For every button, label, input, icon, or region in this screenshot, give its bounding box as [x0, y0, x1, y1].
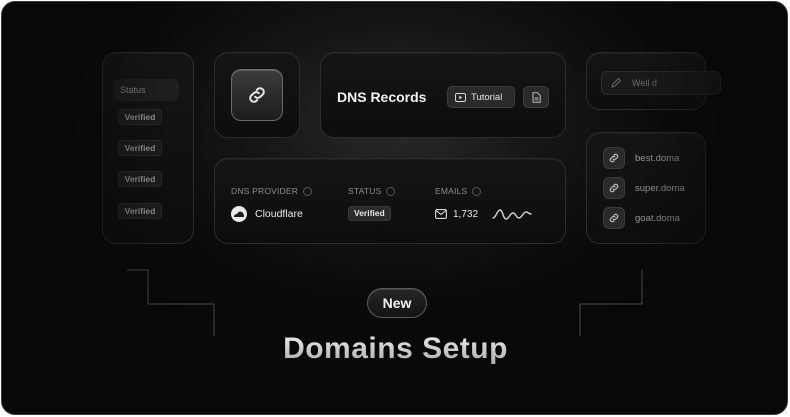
provider-name: Cloudflare — [255, 208, 303, 220]
dns-provider-label: DNS PROVIDER — [231, 186, 313, 196]
tutorial-button[interactable]: Tutorial — [447, 86, 515, 108]
link-icon — [603, 147, 625, 169]
sparkline-icon — [492, 209, 532, 220]
domain-name: goat.doma — [635, 212, 680, 224]
link-tile[interactable] — [231, 69, 283, 121]
cloudflare-logo-icon — [231, 206, 247, 222]
provider-value: Cloudflare — [231, 206, 303, 222]
link-icon — [603, 177, 625, 199]
dns-records-card: DNS Records Tutorial — [320, 52, 566, 138]
emails-count: 1,732 — [453, 208, 479, 220]
domain-details-card: DNS PROVIDER STATUS EMAILS Cloudflare Ve… — [214, 158, 566, 244]
domain-row[interactable]: best.doma — [603, 147, 679, 169]
status-badge: Verified — [348, 206, 391, 221]
status-list-card: Status Verified Verified Verified Verifi… — [102, 52, 194, 244]
wall-card: Well d — [586, 52, 721, 110]
emails-value: 1,732 — [435, 206, 532, 222]
link-icon — [249, 87, 265, 103]
document-icon — [532, 91, 541, 103]
wall-label: Well d — [632, 78, 657, 88]
verified-badge: Verified — [118, 109, 162, 125]
dns-records-title: DNS Records — [337, 89, 427, 105]
new-badge: New — [367, 288, 427, 318]
domain-row[interactable]: goat.doma — [603, 207, 680, 229]
emails-label-text: EMAILS — [435, 186, 468, 196]
domain-name: super.doma — [635, 182, 685, 194]
banner-frame: Status Verified Verified Verified Verifi… — [1, 1, 788, 415]
page-title: Domains Setup — [2, 332, 787, 366]
verified-badge: Verified — [118, 140, 162, 156]
domain-name: best.doma — [635, 152, 680, 164]
edit-icon — [611, 77, 622, 88]
wall-item[interactable]: Well d — [601, 71, 721, 95]
info-icon[interactable] — [472, 186, 482, 196]
emails-label: EMAILS — [435, 186, 482, 196]
status-column-header: Status — [113, 79, 179, 101]
status-label: STATUS — [348, 186, 396, 196]
info-icon[interactable] — [386, 186, 396, 196]
domain-row[interactable]: super.doma — [603, 177, 685, 199]
link-tile-card — [214, 52, 300, 138]
mail-icon — [435, 209, 447, 219]
status-label-text: STATUS — [348, 186, 382, 196]
tutorial-label: Tutorial — [471, 91, 503, 103]
document-button[interactable] — [523, 86, 549, 108]
info-icon[interactable] — [303, 186, 313, 196]
verified-badge: Verified — [118, 203, 162, 219]
domains-list-card: best.doma super.doma goat.doma — [586, 132, 706, 244]
video-play-icon — [455, 92, 466, 102]
dns-provider-label-text: DNS PROVIDER — [231, 186, 299, 196]
link-icon — [603, 207, 625, 229]
verified-badge: Verified — [118, 171, 162, 187]
